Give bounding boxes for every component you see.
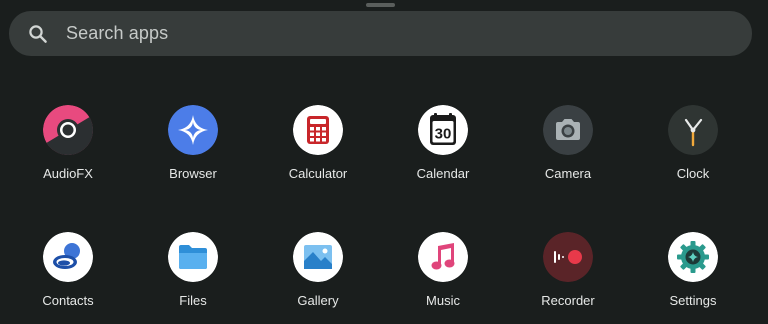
browser-icon xyxy=(168,105,218,155)
calendar-date: 30 xyxy=(435,126,452,143)
app-contacts[interactable]: Contacts xyxy=(13,232,123,308)
clock-icon xyxy=(668,105,718,155)
camera-icon xyxy=(543,105,593,155)
app-label: Clock xyxy=(676,166,710,181)
app-label: AudioFX xyxy=(43,166,93,181)
app-label: Settings xyxy=(669,293,717,308)
drag-handle[interactable] xyxy=(366,3,395,7)
app-label: Files xyxy=(179,293,207,308)
app-label: Gallery xyxy=(297,293,339,308)
app-label: Music xyxy=(426,293,460,308)
app-label: Contacts xyxy=(42,293,94,308)
app-camera[interactable]: Camera xyxy=(513,105,623,181)
app-settings[interactable]: Settings xyxy=(638,232,748,308)
app-calendar[interactable]: 30 Calendar xyxy=(388,105,498,181)
app-label: Camera xyxy=(544,166,592,181)
contacts-icon xyxy=(43,232,93,282)
app-label: Recorder xyxy=(541,293,595,308)
app-files[interactable]: Files xyxy=(138,232,248,308)
music-icon xyxy=(418,232,468,282)
calendar-icon: 30 xyxy=(418,105,468,155)
app-browser[interactable]: Browser xyxy=(138,105,248,181)
search-input[interactable]: Search apps xyxy=(66,23,168,44)
files-icon xyxy=(168,232,218,282)
app-gallery[interactable]: Gallery xyxy=(263,232,373,308)
audiofx-icon xyxy=(43,105,93,155)
calculator-icon xyxy=(293,105,343,155)
app-label: Browser xyxy=(169,166,217,181)
app-recorder[interactable]: Recorder xyxy=(513,232,623,308)
app-clock[interactable]: Clock xyxy=(638,105,748,181)
gallery-icon xyxy=(293,232,343,282)
app-audiofx[interactable]: AudioFX xyxy=(13,105,123,181)
recorder-icon xyxy=(543,232,593,282)
app-music[interactable]: Music xyxy=(388,232,498,308)
settings-icon xyxy=(668,232,718,282)
app-label: Calendar xyxy=(416,166,470,181)
search-bar[interactable]: Search apps xyxy=(9,11,752,56)
app-label: Calculator xyxy=(288,166,348,181)
search-icon xyxy=(27,23,49,45)
app-calculator[interactable]: Calculator xyxy=(263,105,373,181)
